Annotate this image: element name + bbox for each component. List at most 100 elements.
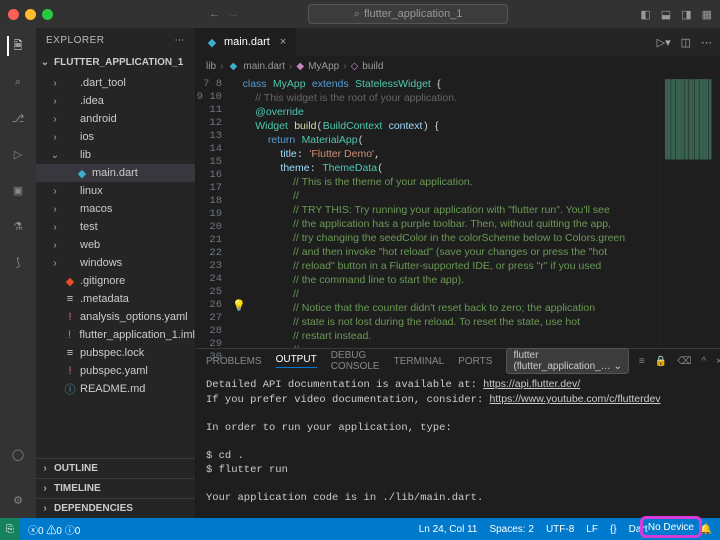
minimize-window-icon[interactable] [25, 9, 36, 20]
chevron-right-icon: › [50, 186, 60, 197]
tree-item-label: web [80, 239, 100, 251]
extensions-icon[interactable]: ▣ [8, 180, 28, 200]
breadcrumb-item[interactable]: MyApp [308, 61, 339, 72]
close-window-icon[interactable] [8, 9, 19, 20]
folder-item[interactable]: ›android [36, 110, 195, 128]
file-item[interactable]: ⓘREADME.md [36, 380, 195, 398]
file-item[interactable]: ◆.gitignore [36, 272, 195, 290]
run-dropdown-icon[interactable]: ▷▾ [657, 36, 671, 49]
project-header[interactable]: ⌄ FLUTTER_APPLICATION_1 [36, 52, 195, 72]
folder-item[interactable]: ›windows [36, 254, 195, 272]
folder-item[interactable]: › macos [36, 200, 195, 218]
error-icon: ⓧ [28, 526, 38, 537]
source-control-icon[interactable]: ⎇ [8, 108, 28, 128]
clear-output-icon[interactable]: ⌫ [677, 356, 691, 367]
close-panel-icon[interactable]: × [716, 356, 720, 367]
folder-item[interactable]: ›.idea [36, 92, 195, 110]
section-label: OUTLINE [54, 463, 98, 474]
accounts-icon[interactable]: ◯ [8, 444, 28, 464]
maximize-panel-icon[interactable]: ^ [701, 356, 706, 367]
folder-item[interactable]: ›test [36, 218, 195, 236]
settings-gear-icon[interactable]: ⚙ [8, 490, 28, 510]
tree-item-label: test [80, 221, 98, 233]
file-item[interactable]: ≡.metadata [36, 290, 195, 308]
folder-item[interactable]: ›linux [36, 182, 195, 200]
explorer-icon[interactable]: 🗎 [7, 36, 27, 56]
breadcrumb-item[interactable]: build [362, 61, 383, 72]
file-icon: ≡ [64, 347, 76, 359]
file-item[interactable]: !analysis_options.yaml [36, 308, 195, 326]
chevron-right-icon: › [343, 61, 346, 72]
output-channel-select[interactable]: flutter (flutter_application_… ⌄ [506, 348, 628, 374]
filter-icon[interactable]: ≡ [639, 356, 645, 367]
folder-item[interactable]: ›ios [36, 128, 195, 146]
tab-main-dart[interactable]: ◆ main.dart × [196, 28, 297, 56]
split-editor-icon[interactable]: ◫ [681, 36, 691, 49]
panel-tab-output[interactable]: OUTPUT [276, 354, 317, 368]
sidebar-more-icon[interactable]: ⋯ [175, 35, 186, 46]
yaml-file-icon: ! [64, 329, 76, 341]
file-item[interactable]: !flutter_application_1.iml [36, 326, 195, 344]
layout-bottom-icon[interactable]: ⬓ [661, 8, 671, 21]
tree-item-label: pubspec.lock [80, 347, 144, 359]
chevron-right-icon: › [50, 132, 60, 143]
section-dependencies[interactable]: ›DEPENDENCIES [36, 498, 195, 518]
panel-tab-terminal[interactable]: TERMINAL [394, 356, 445, 367]
device-label: No Device [648, 522, 694, 533]
breadcrumb-item[interactable]: lib [206, 61, 216, 72]
layout-left-icon[interactable]: ◧ [640, 8, 650, 21]
output-body[interactable]: Detailed API documentation is available … [196, 373, 720, 518]
tree-item-label: .gitignore [80, 275, 125, 287]
device-selector[interactable]: No Device [640, 516, 702, 538]
yaml-file-icon: ! [64, 365, 76, 377]
breadcrumb-item[interactable]: main.dart [243, 61, 285, 72]
section-outline[interactable]: ›OUTLINE [36, 458, 195, 478]
file-item[interactable]: ≡ pubspec.lock [36, 344, 195, 362]
close-tab-icon[interactable]: × [280, 36, 286, 48]
problems-status[interactable]: ⓧ0 ⚠0 ⓘ0 [28, 522, 80, 537]
lock-scroll-icon[interactable]: 🔒 [655, 356, 667, 367]
file-item[interactable]: !pubspec.yaml [36, 362, 195, 380]
encoding-status[interactable]: UTF-8 [546, 524, 574, 535]
customize-layout-icon[interactable]: ▦ [702, 8, 712, 21]
panel-tab-ports[interactable]: PORTS [458, 356, 492, 367]
code-editor[interactable]: 7 8 9 10 11 12 13 14 15 16 17 18 19 20 2… [196, 76, 720, 348]
chevron-right-icon: › [50, 240, 60, 251]
file-item[interactable]: ◆main.dart [36, 164, 195, 182]
remote-indicator-icon[interactable]: ⎘ [0, 518, 20, 540]
folder-item[interactable]: ›.dart_tool [36, 74, 195, 92]
chevron-right-icon: › [50, 204, 60, 215]
eol-status[interactable]: LF [586, 524, 598, 535]
tree-item-label: README.md [80, 383, 145, 395]
maximize-window-icon[interactable] [42, 9, 53, 20]
testing-icon[interactable]: ⚗ [8, 216, 28, 236]
cursor-position[interactable]: Ln 24, Col 11 [419, 524, 478, 535]
chevron-right-icon: › [40, 483, 50, 494]
dart-file-icon: ◆ [76, 167, 88, 180]
code-content[interactable]: class MyApp extends StatelessWidget { //… [230, 76, 660, 348]
minimap[interactable]: ████ ███ ██████ ██ ████ ███ ██████ ██ ██… [660, 76, 720, 348]
folder-item[interactable]: ⌄lib [36, 146, 195, 164]
indentation-status[interactable]: Spaces: 2 [489, 524, 533, 535]
run-debug-icon[interactable]: ▷ [8, 144, 28, 164]
tree-item-label: .idea [80, 95, 104, 107]
breadcrumb[interactable]: lib › ◆ main.dart › ◆ MyApp › ◇ build [196, 56, 720, 76]
nav-back-icon[interactable]: ← [209, 8, 220, 20]
command-center-search[interactable]: ⌕ flutter_application_1 [308, 4, 508, 24]
tree-item-label: lib [80, 149, 91, 161]
folder-item[interactable]: › web [36, 236, 195, 254]
dart-file-icon: ◆ [206, 36, 218, 49]
section-label: TIMELINE [54, 483, 101, 494]
tab-more-icon[interactable]: ⋯ [701, 36, 712, 49]
lightbulb-icon[interactable]: 💡 [232, 299, 246, 312]
chevron-down-icon: ⌄ [40, 57, 50, 68]
layout-right-icon[interactable]: ◨ [681, 8, 691, 21]
nav-forward-icon[interactable]: → [228, 8, 239, 20]
search-icon[interactable]: ⌕ [8, 72, 28, 92]
window-controls[interactable] [8, 9, 53, 20]
flutter-icon[interactable]: ⟆ [8, 252, 28, 272]
tree-item-label: macos [80, 203, 112, 215]
explorer-sidebar: EXPLORER ⋯ ⌄ FLUTTER_APPLICATION_1 ›.dar… [36, 28, 196, 518]
section-timeline[interactable]: › TIMELINE [36, 478, 195, 498]
panel-tab-debug-console[interactable]: DEBUG CONSOLE [331, 350, 380, 372]
